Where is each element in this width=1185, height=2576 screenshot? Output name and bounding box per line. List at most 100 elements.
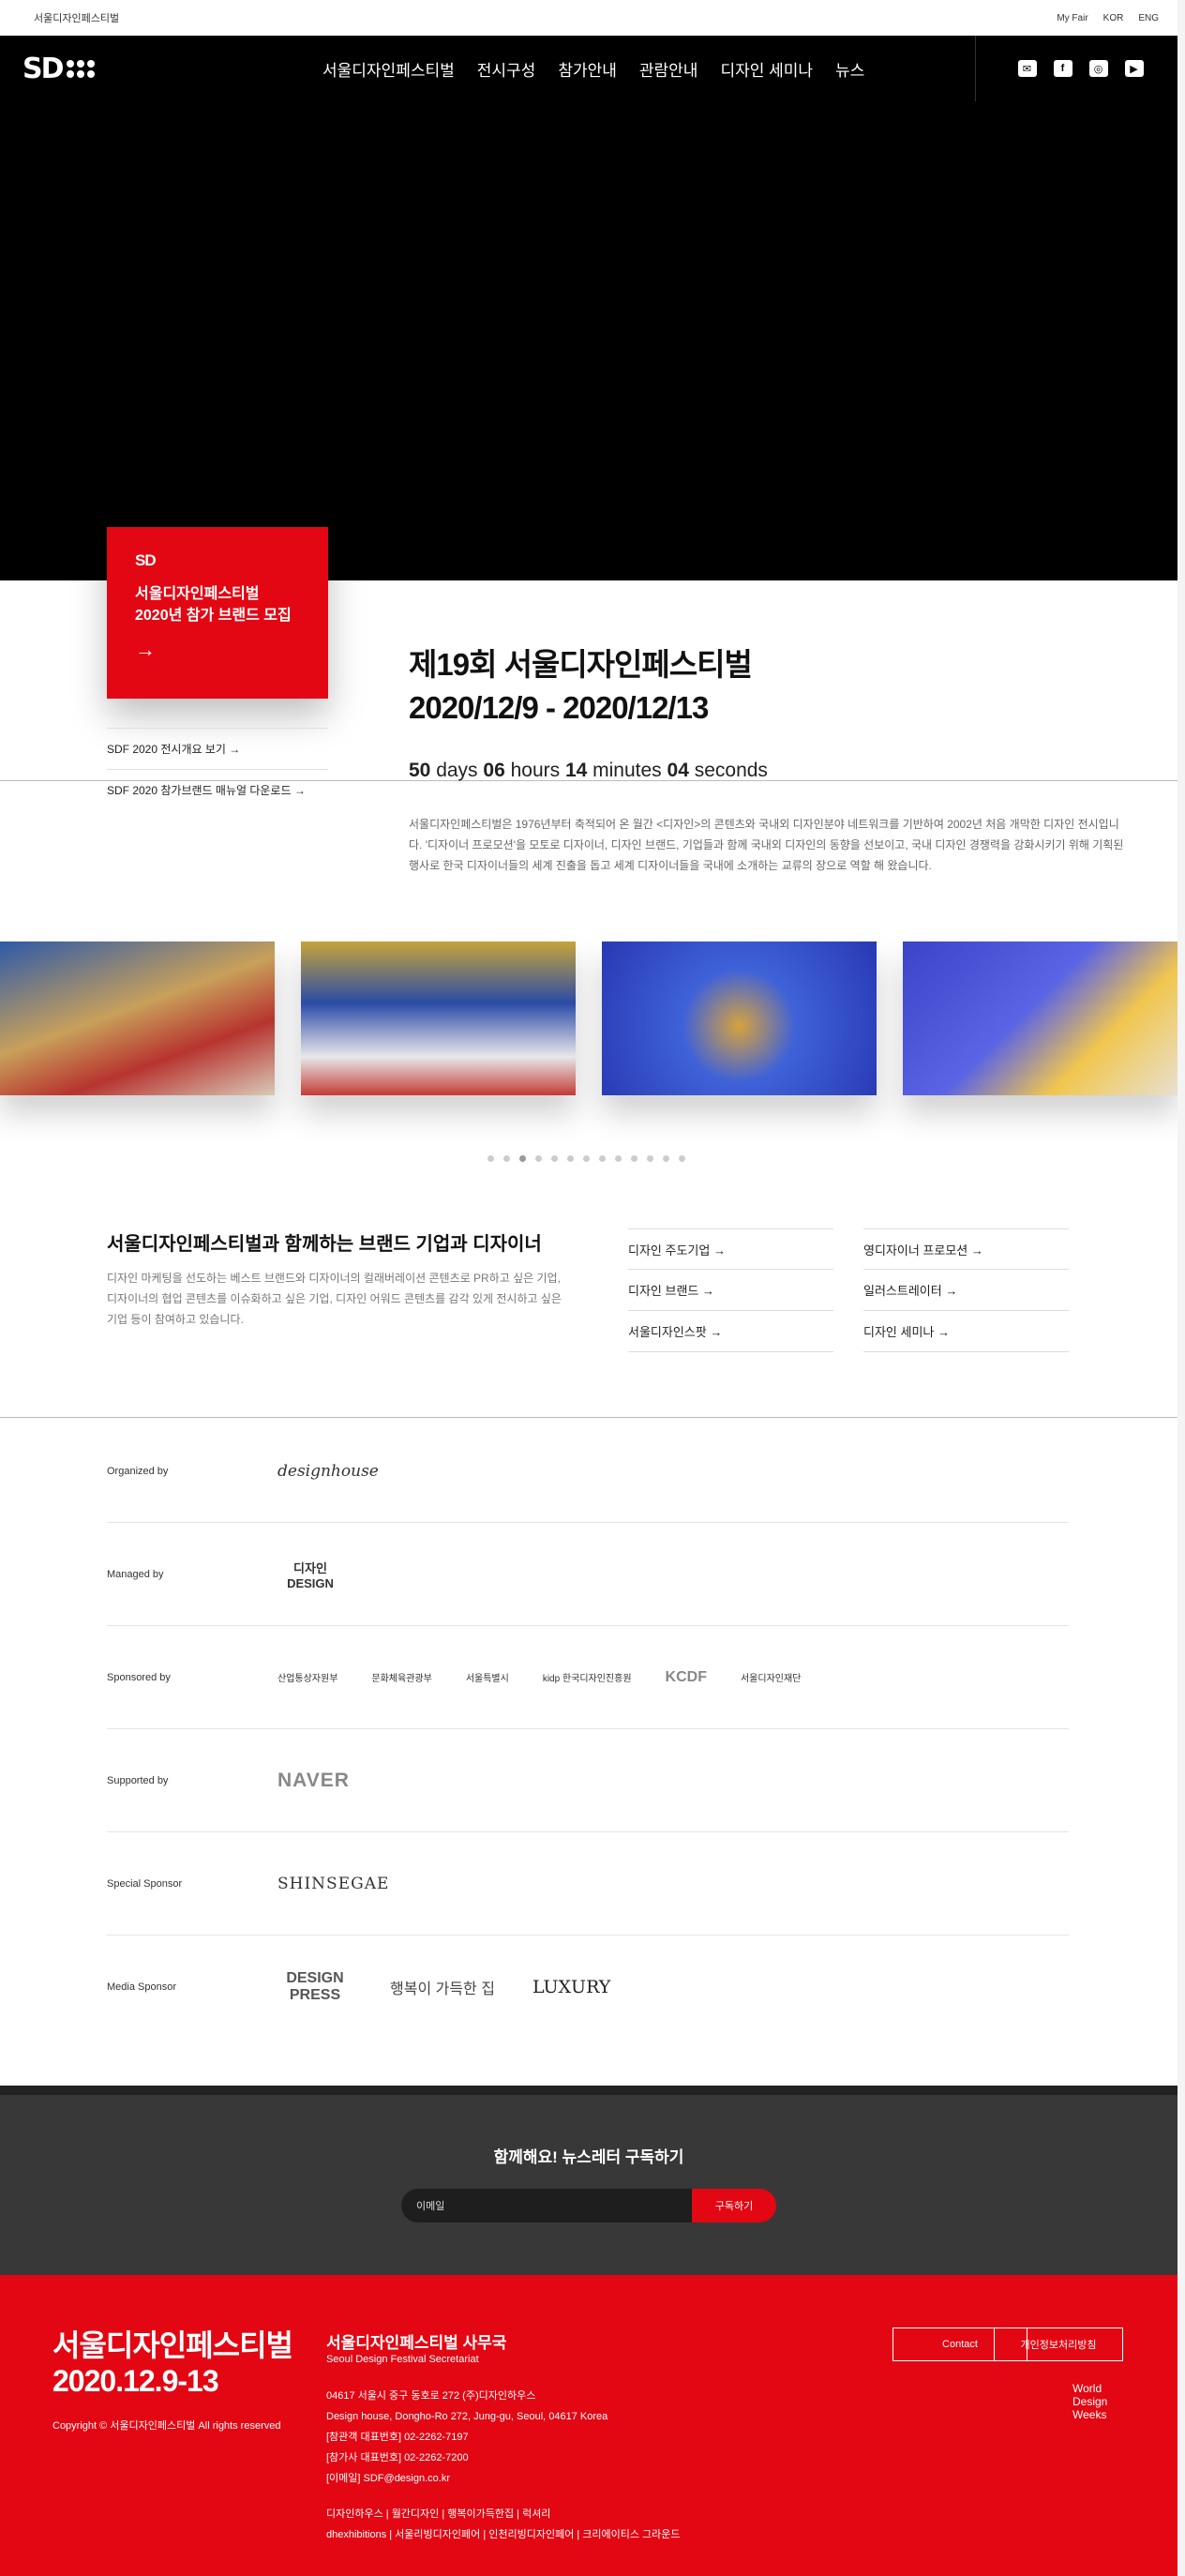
- hero-video[interactable]: [0, 101, 1185, 580]
- carousel-dot[interactable]: [503, 1155, 510, 1162]
- menu-seminar[interactable]: 디자인 세미나: [720, 57, 813, 81]
- hero-title-line1: 제19회 서울디자인페스티벌: [409, 647, 753, 682]
- email-address[interactable]: [이메일] SDF@design.co.kr: [326, 2468, 608, 2489]
- wdw-line: Weeks: [1072, 2408, 1107, 2421]
- overview-link[interactable]: SDF 2020 전시개요 보기 →: [107, 728, 328, 769]
- gallery-image-4[interactable]: [903, 942, 1178, 1095]
- happy-home-logo[interactable]: 행복이 가득한 집: [390, 1976, 495, 1998]
- link-design-brand[interactable]: 디자인 브랜드 →: [628, 1270, 833, 1311]
- sdf-logo[interactable]: SD: [22, 53, 95, 85]
- kor-link[interactable]: KOR: [1103, 13, 1124, 23]
- menu-visit[interactable]: 관람안내: [639, 57, 698, 81]
- card-logo: SD: [135, 551, 157, 569]
- luxury-logo[interactable]: LUXURY: [532, 1977, 610, 1997]
- arrow-right-icon[interactable]: →: [135, 638, 300, 662]
- countdown-hours: 06: [483, 760, 505, 781]
- shinsegae-logo[interactable]: SHINSEGAE: [278, 1875, 389, 1893]
- mail-icon[interactable]: ✉: [1017, 60, 1037, 77]
- countdown-days: 50: [409, 760, 431, 781]
- footer: 서울디자인페스티벌 2020.12.9-13 Copyright © 서울디자인…: [0, 2275, 1178, 2576]
- page-scrollbar[interactable]: [1178, 0, 1185, 2576]
- facebook-icon[interactable]: f: [1053, 60, 1072, 77]
- instagram-icon[interactable]: ◎: [1088, 60, 1108, 77]
- gallery-image-2[interactable]: [301, 942, 576, 1095]
- menu-exhibition[interactable]: 전시구성: [477, 57, 536, 81]
- privacy-button[interactable]: 개인정보처리방침: [994, 2327, 1123, 2361]
- footer-logo-line1: 서울디자인페스티벌: [52, 2328, 293, 2362]
- carousel-dot[interactable]: [488, 1155, 494, 1162]
- kidp-logo[interactable]: kidp 한국디자인진흥원: [543, 1670, 632, 1684]
- sponsor-label: Special Sponsor: [107, 1877, 183, 1890]
- sdf-foundation-logo[interactable]: 서울디자인재단: [741, 1670, 801, 1684]
- sponsor-row-media: Media Sponsor DESIGN PRESS 행복이 가득한 집 LUX…: [107, 1936, 1069, 2039]
- footer-logo[interactable]: 서울디자인페스티벌 2020.12.9-13: [52, 2327, 293, 2399]
- carousel-dot[interactable]: [583, 1155, 590, 1162]
- days-label: days: [430, 760, 484, 781]
- link-design-seminar[interactable]: 디자인 세미나 →: [863, 1311, 1069, 1352]
- designhouse-logo[interactable]: designhouse: [278, 1462, 379, 1481]
- sponsor-row-managed: Managed by 디자인 DESIGN: [107, 1523, 1069, 1626]
- carousel-dot[interactable]: [551, 1155, 558, 1162]
- carousel-dots: [488, 1155, 685, 1162]
- carousel-dot[interactable]: [615, 1155, 622, 1162]
- top-bar: 서울디자인페스티벌 My Fair KOR ENG: [0, 0, 1185, 36]
- sponsor-label: Media Sponsor: [107, 1981, 176, 1993]
- wdw-line: Design: [1072, 2395, 1108, 2408]
- office-title-en: Seoul Design Festival Secretariat: [326, 2354, 479, 2365]
- mcst-logo[interactable]: 문화체육관광부: [371, 1670, 431, 1684]
- design-press-logo[interactable]: DESIGN PRESS: [278, 1970, 352, 2004]
- menu-participation[interactable]: 참가안내: [558, 57, 617, 81]
- my-fair-link[interactable]: My Fair: [1057, 13, 1088, 23]
- subscribe-button[interactable]: 구독하기: [692, 2189, 776, 2222]
- seconds-label: seconds: [688, 760, 768, 781]
- visitor-phone: [참관객 대표번호] 02-2262-7197: [326, 2432, 469, 2443]
- youtube-icon[interactable]: ▶: [1124, 60, 1144, 77]
- hero-title: 제19회 서울디자인페스티벌 2020/12/9 - 2020/12/13: [409, 643, 753, 730]
- link-design-spot[interactable]: 서울디자인스팟 →: [628, 1311, 833, 1352]
- hours-label: hours: [504, 760, 565, 781]
- design-magazine-logo[interactable]: 디자인 DESIGN: [278, 1559, 343, 1590]
- carousel-dot[interactable]: [679, 1155, 685, 1162]
- family-links-row[interactable]: 디자인하우스 | 월간디자인 | 행복이가득한집 | 럭셔리: [326, 2504, 681, 2524]
- side-links: SDF 2020 전시개요 보기 → SDF 2020 참가브랜드 매뉴얼 다운…: [107, 728, 328, 810]
- brand-links: 디자인 주도기업 → 영디자이너 프로모션 → 디자인 브랜드 → 일러스트레이…: [628, 1228, 1069, 1352]
- naver-logo[interactable]: NAVER: [278, 1770, 350, 1792]
- site-title[interactable]: 서울디자인페스티벌: [34, 10, 119, 25]
- recruit-card[interactable]: SD 서울디자인페스티벌 2020년 참가 브랜드 모집 →: [107, 527, 328, 699]
- gallery: [0, 942, 1185, 1095]
- carousel-dot[interactable]: [631, 1155, 638, 1162]
- menu-news[interactable]: 뉴스: [835, 57, 864, 81]
- manual-download-link[interactable]: SDF 2020 참가브랜드 매뉴얼 다운로드 →: [107, 769, 328, 810]
- sponsor-label: Sponsored by: [107, 1671, 171, 1683]
- carousel-dot[interactable]: [535, 1155, 542, 1162]
- carousel-dot[interactable]: [567, 1155, 574, 1162]
- card-title-line2: 2020년 참가 브랜드 모집: [135, 608, 292, 624]
- email-input[interactable]: 이메일: [401, 2189, 692, 2222]
- carousel-dot[interactable]: [647, 1155, 653, 1162]
- sponsor-label: Managed by: [107, 1568, 164, 1580]
- office-address: 04617 서울시 중구 동호로 272 (주)디자인하우스 Design ho…: [326, 2386, 608, 2489]
- gallery-image-1[interactable]: [0, 942, 275, 1095]
- link-illustrator[interactable]: 일러스트레이터 →: [863, 1270, 1069, 1311]
- sponsor-row-supported: Supported by NAVER: [107, 1729, 1069, 1832]
- world-design-weeks-logo[interactable]: World Design Weeks: [1072, 2382, 1107, 2421]
- menu-festival[interactable]: 서울디자인페스티벌: [322, 57, 455, 81]
- carousel-dot-active[interactable]: [519, 1155, 526, 1162]
- link-design-leading[interactable]: 디자인 주도기업 →: [628, 1228, 833, 1270]
- family-links-row[interactable]: dhexhibitions | 서울리빙디자인페어 | 인천리빙디자인페어 | …: [326, 2524, 681, 2545]
- minutes-label: minutes: [587, 760, 668, 781]
- eng-link[interactable]: ENG: [1138, 13, 1159, 23]
- carousel-dot[interactable]: [599, 1155, 606, 1162]
- seoul-city-logo[interactable]: 서울특별시: [466, 1670, 509, 1684]
- countdown: 50 days 06 hours 14 minutes 04 seconds: [409, 760, 768, 782]
- carousel-dot[interactable]: [663, 1155, 669, 1162]
- kcdf-logo[interactable]: KCDF: [666, 1669, 707, 1686]
- divider: [0, 1417, 1178, 1418]
- card-title-line1: 서울디자인페스티벌: [135, 586, 260, 602]
- motie-logo[interactable]: 산업통상자원부: [278, 1670, 338, 1684]
- countdown-minutes: 14: [564, 760, 588, 781]
- brands-desc: 디자인 마케팅을 선도하는 베스트 브랜드와 디자이너의 컬래버레이션 콘텐츠로…: [107, 1272, 562, 1326]
- logo-text: SD: [22, 53, 64, 85]
- link-young-designer[interactable]: 영디자이너 프로모션 →: [863, 1228, 1069, 1270]
- gallery-image-3[interactable]: [602, 942, 877, 1095]
